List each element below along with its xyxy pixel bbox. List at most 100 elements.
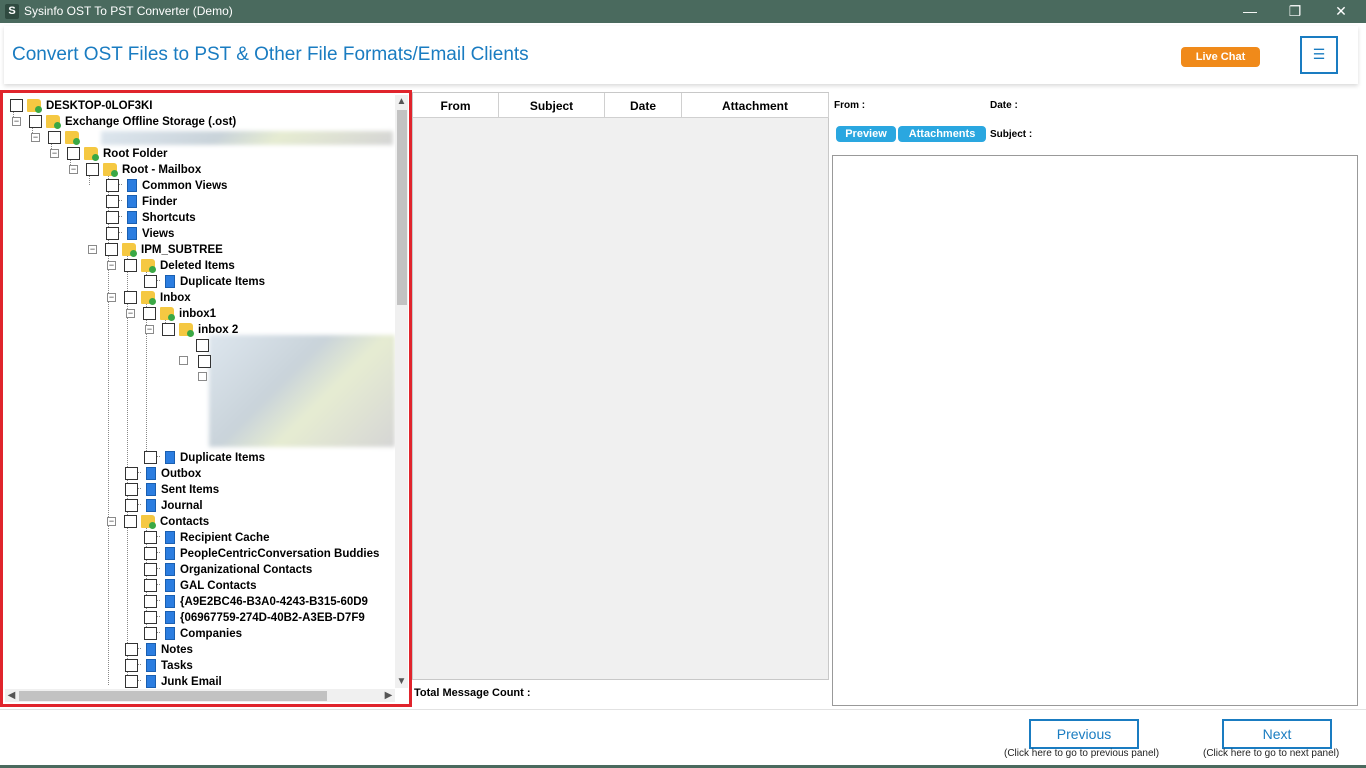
tree-node-checkbox[interactable] — [144, 275, 157, 289]
column-header-attachment[interactable]: Attachment — [682, 93, 829, 118]
collapse-icon[interactable]: − — [69, 165, 78, 175]
tree-node-checkbox[interactable] — [144, 627, 157, 641]
collapse-icon[interactable]: − — [50, 149, 59, 159]
tree-node-checkbox[interactable] — [106, 211, 119, 225]
message-preview-box[interactable] — [832, 155, 1358, 706]
scroll-thumb[interactable] — [19, 691, 327, 701]
tree-node-checkbox[interactable] — [105, 243, 118, 257]
message-list[interactable]: From Subject Date Attachment — [412, 92, 829, 680]
restore-button[interactable]: ❐ — [1272, 0, 1318, 23]
folder-icon — [27, 99, 42, 114]
tree-node[interactable]: Junk Email — [125, 674, 222, 690]
tree-node-checkbox[interactable] — [29, 115, 42, 129]
tree-node[interactable]: {06967759-274D-40B2-A3EB-D7F9 — [144, 610, 365, 626]
tree-node[interactable]: − Deleted Items — [107, 258, 235, 274]
tree-node-checkbox[interactable] — [144, 579, 157, 593]
tree-node-label: Tasks — [161, 660, 193, 672]
collapse-icon[interactable]: − — [107, 293, 116, 303]
tree-node-checkbox[interactable] — [67, 147, 80, 161]
tree-node-checkbox[interactable] — [125, 659, 138, 673]
scroll-left-icon[interactable]: ◀ — [5, 689, 18, 702]
doc-icon — [161, 547, 175, 561]
previous-button[interactable]: Previous — [1029, 719, 1139, 749]
tree-node[interactable]: Finder — [106, 194, 177, 210]
tree-node[interactable]: − IPM_SUBTREE — [88, 242, 223, 258]
tree-node[interactable]: Journal — [125, 498, 203, 514]
next-button[interactable]: Next — [1222, 719, 1332, 749]
tree-node-checkbox[interactable] — [124, 291, 137, 305]
doc-icon — [161, 595, 175, 609]
tree-vertical-scrollbar[interactable]: ▲ ▼ — [395, 95, 408, 688]
tree-node-checkbox[interactable] — [124, 259, 137, 273]
tree-node[interactable]: PeopleCentricConversation Buddies — [144, 546, 379, 562]
tree-node-checkbox[interactable] — [162, 323, 175, 337]
tree-node-checkbox[interactable] — [86, 163, 99, 177]
tree-node[interactable]: − — [31, 130, 84, 146]
collapse-icon[interactable]: − — [126, 309, 135, 319]
column-header-subject[interactable]: Subject — [499, 93, 605, 118]
collapse-icon[interactable]: − — [107, 261, 116, 271]
live-chat-button[interactable]: Live Chat — [1181, 47, 1260, 67]
tree-node-checkbox[interactable] — [144, 547, 157, 561]
tab-preview[interactable]: Preview — [836, 126, 896, 142]
tree-node[interactable]: − Root Folder — [50, 146, 168, 162]
tree-node[interactable]: {A9E2BC46-B3A0-4243-B315-60D9 — [144, 594, 368, 610]
tab-attachments[interactable]: Attachments — [898, 126, 986, 142]
tree-node[interactable]: Recipient Cache — [144, 530, 269, 546]
tree-node[interactable]: − Exchange Offline Storage (.ost) — [12, 114, 236, 130]
tree-node[interactable]: − Contacts — [107, 514, 209, 530]
subfolder-expander[interactable] — [198, 372, 207, 381]
tree-node[interactable]: Views — [106, 226, 174, 242]
tree-node[interactable]: Sent Items — [125, 482, 219, 498]
collapse-icon[interactable]: − — [145, 325, 154, 335]
tree-node[interactable]: GAL Contacts — [144, 578, 256, 594]
tree-node[interactable]: − inbox 2 — [145, 322, 238, 338]
collapse-icon[interactable]: − — [12, 117, 21, 127]
tree-node-checkbox[interactable] — [106, 179, 119, 193]
minimize-button[interactable]: — — [1227, 0, 1273, 23]
tree-horizontal-scrollbar[interactable]: ◀ ▶ — [5, 689, 395, 702]
tree-node-checkbox[interactable] — [143, 307, 156, 321]
menu-button[interactable]: ☰ — [1300, 36, 1338, 74]
tree-node-checkbox[interactable] — [48, 131, 61, 145]
scroll-up-icon[interactable]: ▲ — [395, 95, 408, 108]
tree-node[interactable]: − Inbox — [107, 290, 191, 306]
tree-node[interactable]: Common Views — [106, 178, 227, 194]
tree-node-checkbox[interactable] — [144, 531, 157, 545]
column-header-from[interactable]: From — [413, 93, 499, 118]
tree-node-checkbox[interactable] — [124, 515, 137, 529]
tree-node[interactable]: Outbox — [125, 466, 201, 482]
tree-node[interactable]: Duplicate Items — [144, 450, 265, 466]
tree-node-checkbox[interactable] — [106, 227, 119, 241]
tree-node[interactable]: Organizational Contacts — [144, 562, 312, 578]
tree-node[interactable]: − inbox1 — [126, 306, 216, 322]
tree-node-checkbox[interactable] — [10, 99, 23, 113]
collapse-icon[interactable]: − — [88, 245, 97, 255]
tree-node[interactable]: −DESKTOP-0LOF3KI — [5, 98, 153, 114]
column-header-date[interactable]: Date — [605, 93, 682, 118]
tree-node-checkbox[interactable] — [125, 499, 138, 513]
folder-tree[interactable]: −DESKTOP-0LOF3KI−Exchange Offline Storag… — [5, 95, 395, 690]
tree-node[interactable]: Shortcuts — [106, 210, 196, 226]
tree-node[interactable]: − Root - Mailbox — [69, 162, 201, 178]
tree-node[interactable]: Duplicate Items — [144, 274, 265, 290]
scroll-thumb[interactable] — [397, 110, 407, 305]
collapse-icon[interactable]: − — [107, 517, 116, 527]
collapse-icon[interactable]: − — [31, 133, 40, 143]
tree-node-checkbox[interactable] — [144, 611, 157, 625]
tree-node-checkbox[interactable] — [144, 563, 157, 577]
tree-node-checkbox[interactable] — [144, 451, 157, 465]
tree-node-checkbox[interactable] — [125, 483, 138, 497]
tree-node-checkbox[interactable] — [125, 675, 138, 689]
subfolder-expander[interactable] — [179, 356, 188, 365]
tree-node-checkbox[interactable] — [125, 643, 138, 657]
tree-node[interactable]: Notes — [125, 642, 193, 658]
tree-node[interactable]: Companies — [144, 626, 242, 642]
tree-node[interactable]: Tasks — [125, 658, 193, 674]
close-button[interactable]: ✕ — [1318, 0, 1364, 23]
tree-node-checkbox[interactable] — [125, 467, 138, 481]
tree-node-checkbox[interactable] — [106, 195, 119, 209]
scroll-right-icon[interactable]: ▶ — [382, 689, 395, 702]
scroll-down-icon[interactable]: ▼ — [395, 675, 408, 688]
tree-node-checkbox[interactable] — [144, 595, 157, 609]
